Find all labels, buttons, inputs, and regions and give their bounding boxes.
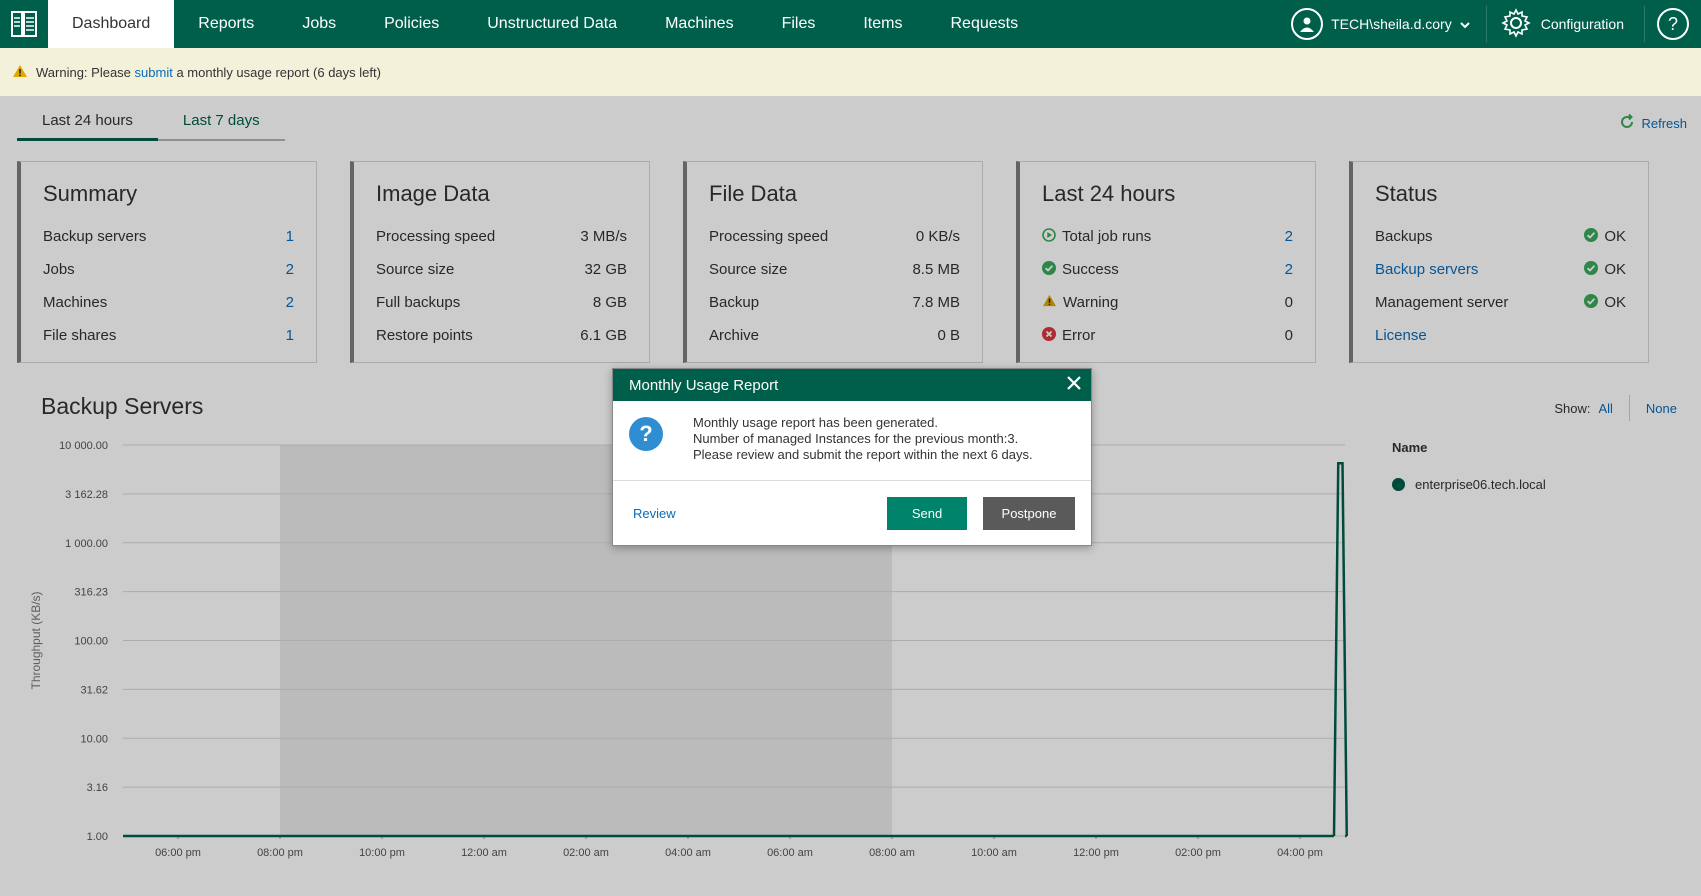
configuration-button[interactable]: Configuration bbox=[1487, 0, 1644, 48]
nav-right: TECH\sheila.d.cory Configuration ? bbox=[1275, 0, 1701, 48]
user-name: TECH\sheila.d.cory bbox=[1331, 16, 1452, 32]
review-link[interactable]: Review bbox=[633, 506, 676, 521]
submit-link[interactable]: submit bbox=[135, 65, 173, 80]
user-menu[interactable]: TECH\sheila.d.cory bbox=[1275, 0, 1486, 48]
help-icon: ? bbox=[1657, 8, 1689, 40]
app-logo-icon[interactable] bbox=[0, 0, 48, 48]
tab-jobs[interactable]: Jobs bbox=[278, 0, 360, 48]
question-icon: ? bbox=[629, 417, 663, 451]
chevron-down-icon bbox=[1460, 16, 1470, 32]
monthly-usage-report-dialog: Monthly Usage Report ? Monthly usage rep… bbox=[612, 368, 1092, 546]
user-avatar-icon bbox=[1291, 8, 1324, 40]
warning-text: Warning: Please submit a monthly usage r… bbox=[36, 65, 381, 80]
tab-items[interactable]: Items bbox=[839, 0, 926, 48]
top-nav: Dashboard Reports Jobs Policies Unstruct… bbox=[0, 0, 1701, 48]
dialog-header: Monthly Usage Report bbox=[613, 369, 1091, 401]
warning-suffix: a monthly usage report (6 days left) bbox=[176, 64, 381, 80]
send-button[interactable]: Send bbox=[887, 496, 967, 530]
message-line: Monthly usage report has been generated. bbox=[693, 415, 939, 430]
dialog-message: Monthly usage report has been generated.… bbox=[693, 415, 1033, 463]
message-line: Please review and submit the report with… bbox=[693, 447, 1033, 462]
dialog-title: Monthly Usage Report bbox=[629, 376, 779, 394]
tab-dashboard[interactable]: Dashboard bbox=[48, 0, 175, 48]
postpone-button[interactable]: Postpone bbox=[983, 496, 1075, 530]
dialog-body: ? Monthly usage report has been generate… bbox=[613, 401, 1091, 481]
tab-requests[interactable]: Requests bbox=[926, 0, 1042, 48]
warning-icon bbox=[12, 64, 28, 81]
tab-files[interactable]: Files bbox=[758, 0, 840, 48]
tab-machines[interactable]: Machines bbox=[641, 0, 757, 48]
warning-bar: Warning: Please submit a monthly usage r… bbox=[0, 48, 1701, 96]
help-button[interactable]: ? bbox=[1645, 0, 1701, 48]
dialog-footer: Review Send Postpone bbox=[613, 481, 1091, 545]
message-line: Number of managed Instances for the prev… bbox=[693, 431, 1019, 446]
warning-prefix: Warning: Please bbox=[36, 64, 131, 80]
configuration-label: Configuration bbox=[1540, 16, 1624, 32]
tab-reports[interactable]: Reports bbox=[174, 0, 278, 48]
tab-unstructured-data[interactable]: Unstructured Data bbox=[463, 0, 641, 48]
close-icon[interactable] bbox=[1067, 374, 1081, 394]
gear-icon bbox=[1500, 7, 1531, 41]
tab-policies[interactable]: Policies bbox=[360, 0, 463, 48]
